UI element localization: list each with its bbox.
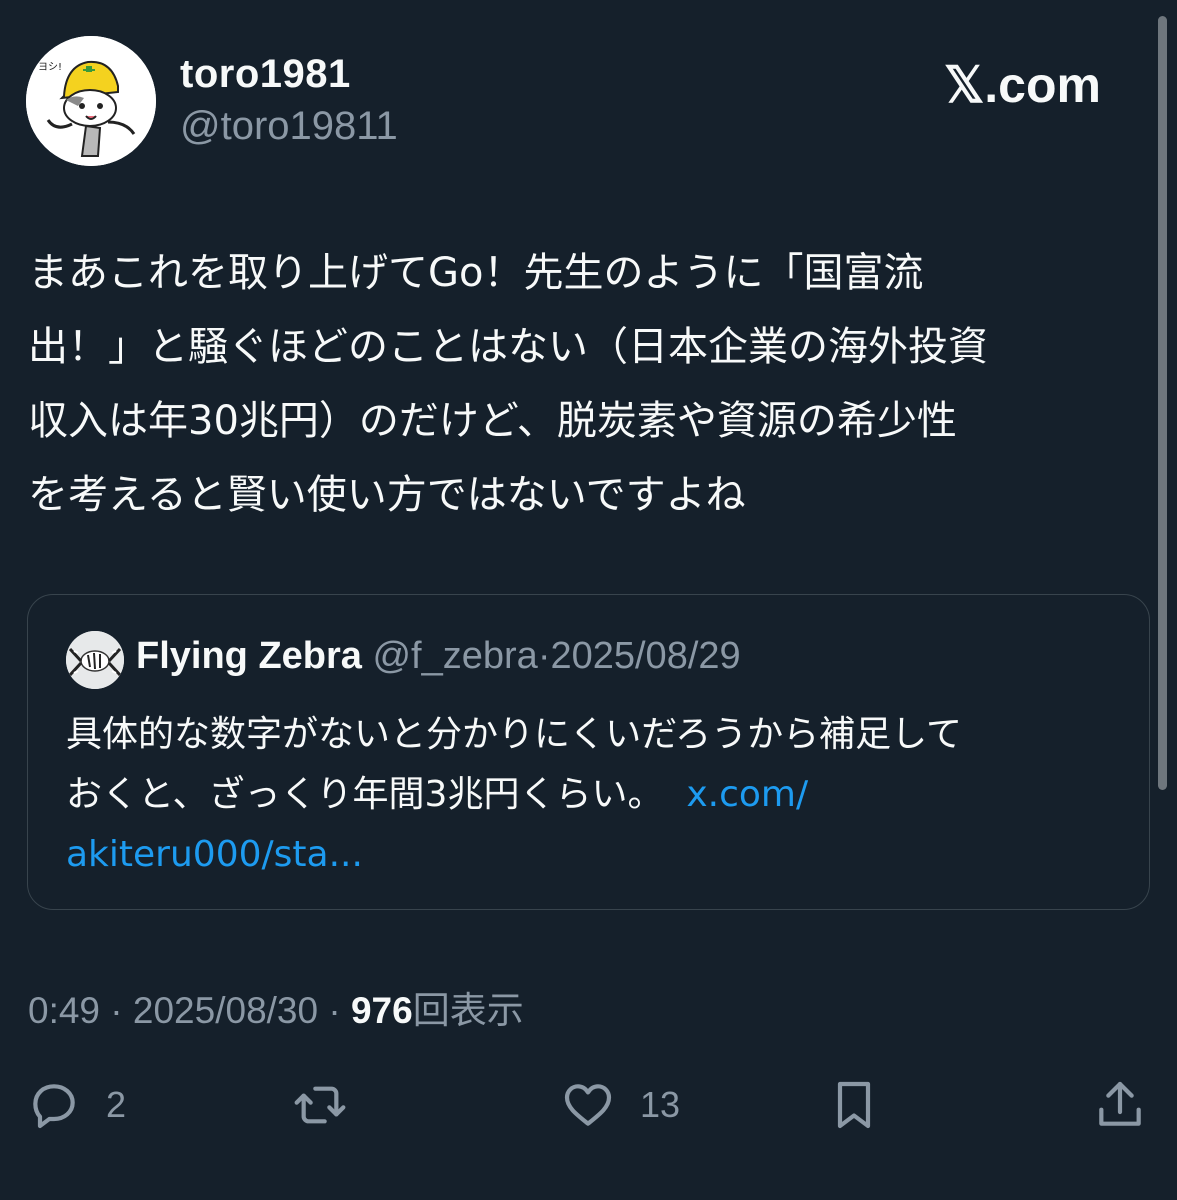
bookmark-button[interactable] — [826, 1070, 882, 1140]
repost-button[interactable] — [292, 1070, 348, 1140]
quote-date[interactable]: 2025/08/29 — [550, 635, 740, 677]
quote-separator: · — [537, 635, 551, 677]
tweet-meta: 0:49 · 2025/08/30 · 976回表示 — [28, 980, 524, 1034]
repost-icon — [294, 1086, 346, 1124]
quote-line-text: おくと、ざっくり年間3兆円くらい。 — [66, 774, 664, 815]
quote-link-continued[interactable]: akiteru000/sta... — [66, 825, 1126, 885]
tweet-line: を考えると賢い使い方ではないですよね — [28, 472, 746, 518]
quote-author-handle[interactable]: @f_zebra — [372, 635, 537, 677]
heart-icon — [564, 1084, 612, 1126]
like-button[interactable]: 13 — [560, 1070, 680, 1140]
quote-line: おくと、ざっくり年間3兆円くらい。 x.com/ — [66, 765, 1126, 825]
quote-body: 具体的な数字がないと分かりにくいだろうから補足して おくと、ざっくり年間3兆円く… — [66, 705, 1126, 885]
author-display-name[interactable]: toro1981 — [180, 52, 351, 97]
quote-line: 具体的な数字がないと分かりにくいだろうから補足して — [66, 714, 963, 755]
tweet-date[interactable]: 2025/08/30 — [133, 990, 318, 1031]
meta-separator: · — [110, 990, 123, 1031]
share-icon — [1099, 1081, 1141, 1126]
hardhat-cat-avatar-icon: ヨシ! — [26, 36, 156, 166]
share-button[interactable] — [1092, 1070, 1148, 1140]
tweet-text: まあこれを取り上げてGo！先生のように「国富流 出！」と騒ぐほどのことはない（日… — [28, 236, 1153, 532]
author-handle[interactable]: @toro19811 — [180, 104, 398, 149]
tweet-time[interactable]: 0:49 — [28, 990, 100, 1031]
quote-author-avatar[interactable] — [66, 631, 124, 689]
action-bar: 2 13 — [0, 1070, 1177, 1140]
author-avatar[interactable]: ヨシ! — [26, 36, 156, 166]
views-label: 回表示 — [412, 990, 524, 1031]
brand-text: 𝕏.com — [944, 57, 1101, 113]
quote-header: Flying Zebra @f_zebra·2025/08/29 — [136, 635, 741, 678]
svg-text:ヨシ!: ヨシ! — [38, 62, 62, 73]
zebra-avatar-icon — [66, 631, 124, 689]
quote-link[interactable]: x.com/ — [686, 774, 808, 815]
meta-separator: · — [328, 990, 341, 1031]
like-count: 13 — [640, 1084, 681, 1125]
tweet-line: まあこれを取り上げてGo！先生のように「国富流 — [28, 250, 924, 296]
scrollbar[interactable] — [1158, 16, 1167, 790]
reply-count: 2 — [106, 1084, 127, 1125]
bookmark-icon — [837, 1081, 871, 1129]
x-brand: 𝕏.com — [944, 55, 1101, 115]
reply-button[interactable]: 2 — [26, 1070, 126, 1140]
views-count: 976 — [350, 990, 413, 1031]
tweet-line: 出！」と騒ぐほどのことはない（日本企業の海外投資 — [28, 324, 988, 370]
quoted-tweet-card[interactable]: Flying Zebra @f_zebra·2025/08/29 具体的な数字が… — [27, 594, 1150, 910]
reply-icon — [33, 1084, 75, 1129]
tweet-line: 収入は年30兆円）のだけど、脱炭素や資源の希少性 — [28, 398, 957, 444]
quote-author-name[interactable]: Flying Zebra — [136, 635, 362, 677]
